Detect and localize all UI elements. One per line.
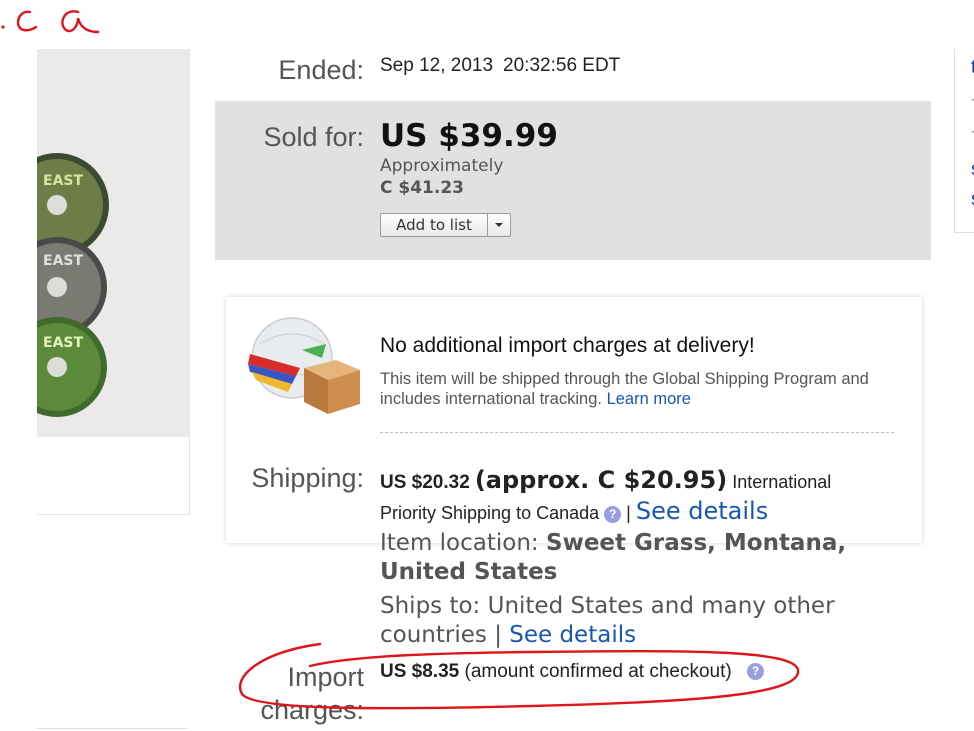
ended-time: 20:32:56 EDT [503, 55, 621, 76]
product-image[interactable]: EAST EAST EAST [37, 49, 189, 437]
shipping-service-post: Priority Shipping to Canada [380, 503, 600, 523]
global-shipping-description: This item will be shipped through the Gl… [380, 369, 900, 409]
add-to-list-button[interactable]: Add to list [380, 213, 511, 237]
learn-more-link[interactable]: Learn more [607, 390, 691, 408]
image-frame-divider [189, 49, 190, 515]
import-charges-heading: No additional import charges at delivery… [380, 334, 755, 357]
add-to-list-label[interactable]: Add to list [381, 214, 488, 236]
svg-text:EAST: EAST [43, 173, 83, 189]
approximately-label: Approximately [380, 156, 504, 176]
svg-text:EAST: EAST [43, 335, 83, 351]
divider [37, 728, 187, 729]
shipping-label: Shipping: [251, 463, 364, 493]
shipping-see-details-link[interactable]: See details [636, 497, 768, 525]
sold-price: US $39.99 [380, 118, 558, 154]
dvd-discs-photo: EAST EAST EAST [37, 49, 189, 437]
shipping-details: US $20.32 (approx. C $20.95) Internation… [380, 466, 900, 528]
help-icon[interactable]: ? [604, 505, 622, 523]
ended-datetime: Sep 12, 2013 20:32:56 EDT [380, 55, 620, 77]
svg-text:EAST: EAST [43, 253, 83, 269]
right-sidebar-partial: t - - s s [954, 49, 974, 233]
dashed-divider [380, 432, 894, 433]
approximate-price-cad: C $41.23 [380, 178, 464, 198]
sold-for-label: Sold for: [263, 122, 364, 152]
ca-scribble-annotation [1, 10, 100, 34]
image-frame-divider [37, 514, 190, 515]
ended-date: Sep 12, 2013 [380, 55, 494, 76]
globe-package-icon [248, 317, 360, 414]
dropdown-arrow-icon[interactable] [488, 214, 510, 236]
shipping-cost: US $20.32 [380, 472, 470, 493]
item-location-label: Item location: [380, 530, 539, 556]
shipping-service-pre: International [732, 472, 832, 492]
separator: | [626, 503, 631, 523]
item-location: Item location: Sweet Grass, Montana, Uni… [380, 529, 900, 587]
red-ellipse-annotation [239, 642, 800, 710]
ended-label: Ended: [278, 55, 364, 85]
shipping-cost-approx: (approx. C $20.95) [474, 466, 728, 494]
